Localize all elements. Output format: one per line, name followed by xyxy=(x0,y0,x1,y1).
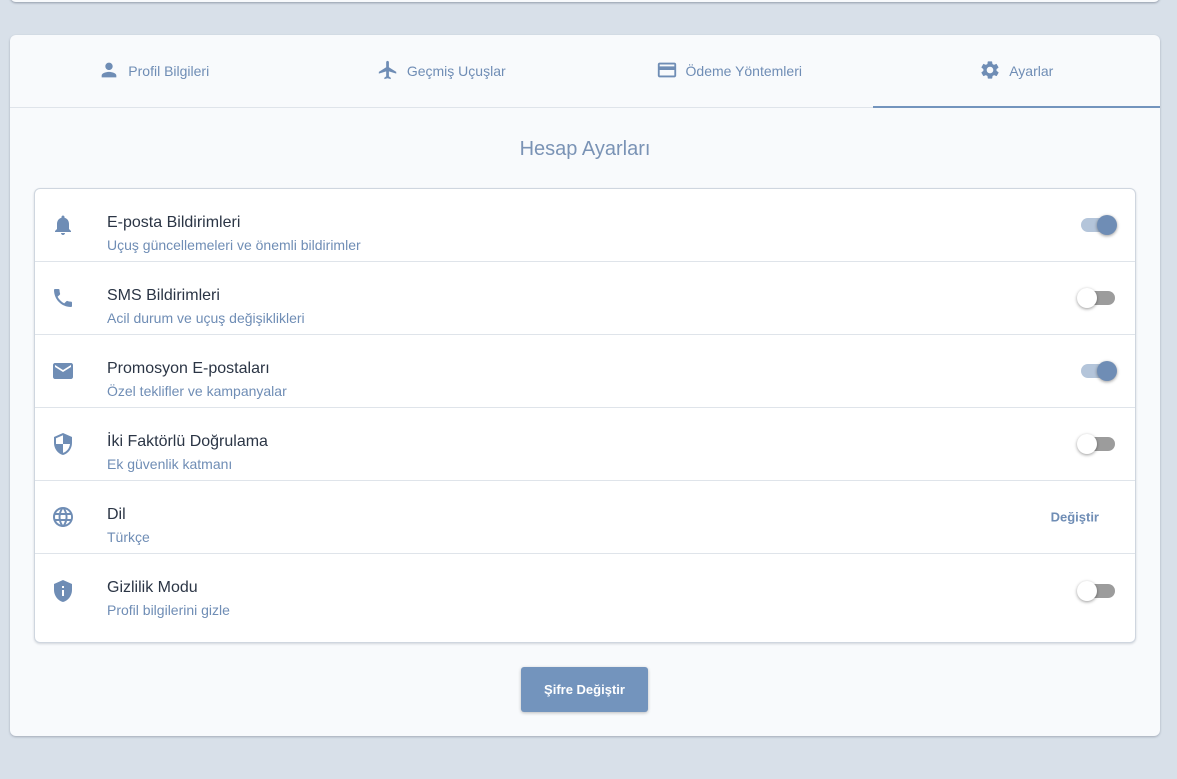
setting-subtitle: Ek güvenlik katmanı xyxy=(107,456,233,472)
promo-emails-toggle[interactable] xyxy=(1081,360,1117,382)
previous-card-edge xyxy=(10,0,1160,2)
globe-icon xyxy=(51,505,75,529)
setting-subtitle: Uçuş güncellemeleri ve önemli bildirimle… xyxy=(107,237,361,253)
tab-label: Ödeme Yöntemleri xyxy=(685,63,802,79)
toggle-thumb xyxy=(1097,361,1117,381)
settings-list: E-posta Bildirimleri Uçuş güncellemeleri… xyxy=(34,188,1136,643)
phone-icon xyxy=(51,286,75,310)
setting-language: Dil Türkçe Değiştir xyxy=(35,481,1135,554)
setting-privacy-mode: Gizlilik Modu Profil bilgilerini gizle xyxy=(35,554,1135,627)
toggle-thumb xyxy=(1097,215,1117,235)
tab-label: Geçmiş Uçuşlar xyxy=(406,63,506,79)
setting-subtitle: Türkçe xyxy=(107,529,150,545)
toggle-thumb xyxy=(1077,288,1097,308)
change-password-button[interactable]: Şifre Değiştir xyxy=(521,667,648,712)
person-icon xyxy=(98,59,120,84)
tab-past-flights[interactable]: Geçmiş Uçuşlar xyxy=(298,35,586,107)
setting-title: Dil xyxy=(107,506,126,523)
bell-icon xyxy=(51,213,75,237)
setting-subtitle: Acil durum ve uçuş değişiklikleri xyxy=(107,310,305,326)
setting-subtitle: Profil bilgilerini gizle xyxy=(107,602,230,618)
shield-icon xyxy=(51,432,75,456)
envelope-icon xyxy=(51,359,75,383)
setting-title: E-posta Bildirimleri xyxy=(107,214,241,231)
tab-settings[interactable]: Ayarlar xyxy=(872,35,1161,108)
email-notifications-toggle[interactable] xyxy=(1081,214,1117,236)
sms-notifications-toggle[interactable] xyxy=(1077,287,1115,309)
info-shield-icon xyxy=(51,579,75,603)
tab-profile[interactable]: Profil Bilgileri xyxy=(10,35,298,107)
tab-bar: Profil Bilgileri Geçmiş Uçuşlar Ödeme Yö… xyxy=(10,35,1160,108)
two-factor-toggle[interactable] xyxy=(1077,433,1115,455)
privacy-mode-toggle[interactable] xyxy=(1077,580,1115,602)
setting-title: Promosyon E-postaları xyxy=(107,360,270,377)
tab-payment-methods[interactable]: Ödeme Yöntemleri xyxy=(585,35,873,107)
toggle-thumb xyxy=(1077,580,1097,601)
setting-promo-emails: Promosyon E-postaları Özel teklifler ve … xyxy=(35,335,1135,408)
toggle-thumb xyxy=(1077,434,1097,454)
setting-subtitle: Özel teklifler ve kampanyalar xyxy=(107,383,287,399)
account-panel: Profil Bilgileri Geçmiş Uçuşlar Ödeme Yö… xyxy=(10,35,1160,736)
setting-sms-notifications: SMS Bildirimleri Acil durum ve uçuş deği… xyxy=(35,262,1135,335)
change-language-button[interactable]: Değiştir xyxy=(1051,510,1099,525)
airplane-icon xyxy=(377,59,399,84)
gear-icon xyxy=(979,59,1001,84)
tab-label: Ayarlar xyxy=(1009,63,1054,79)
setting-email-notifications: E-posta Bildirimleri Uçuş güncellemeleri… xyxy=(35,189,1135,262)
page-title: Hesap Ayarları xyxy=(519,138,651,160)
setting-title: Gizlilik Modu xyxy=(107,579,198,596)
setting-title: İki Faktörlü Doğrulama xyxy=(107,433,268,450)
tab-label: Profil Bilgileri xyxy=(128,63,210,79)
credit-card-icon xyxy=(656,59,678,84)
setting-two-factor: İki Faktörlü Doğrulama Ek güvenlik katma… xyxy=(35,408,1135,481)
setting-title: SMS Bildirimleri xyxy=(107,287,220,304)
